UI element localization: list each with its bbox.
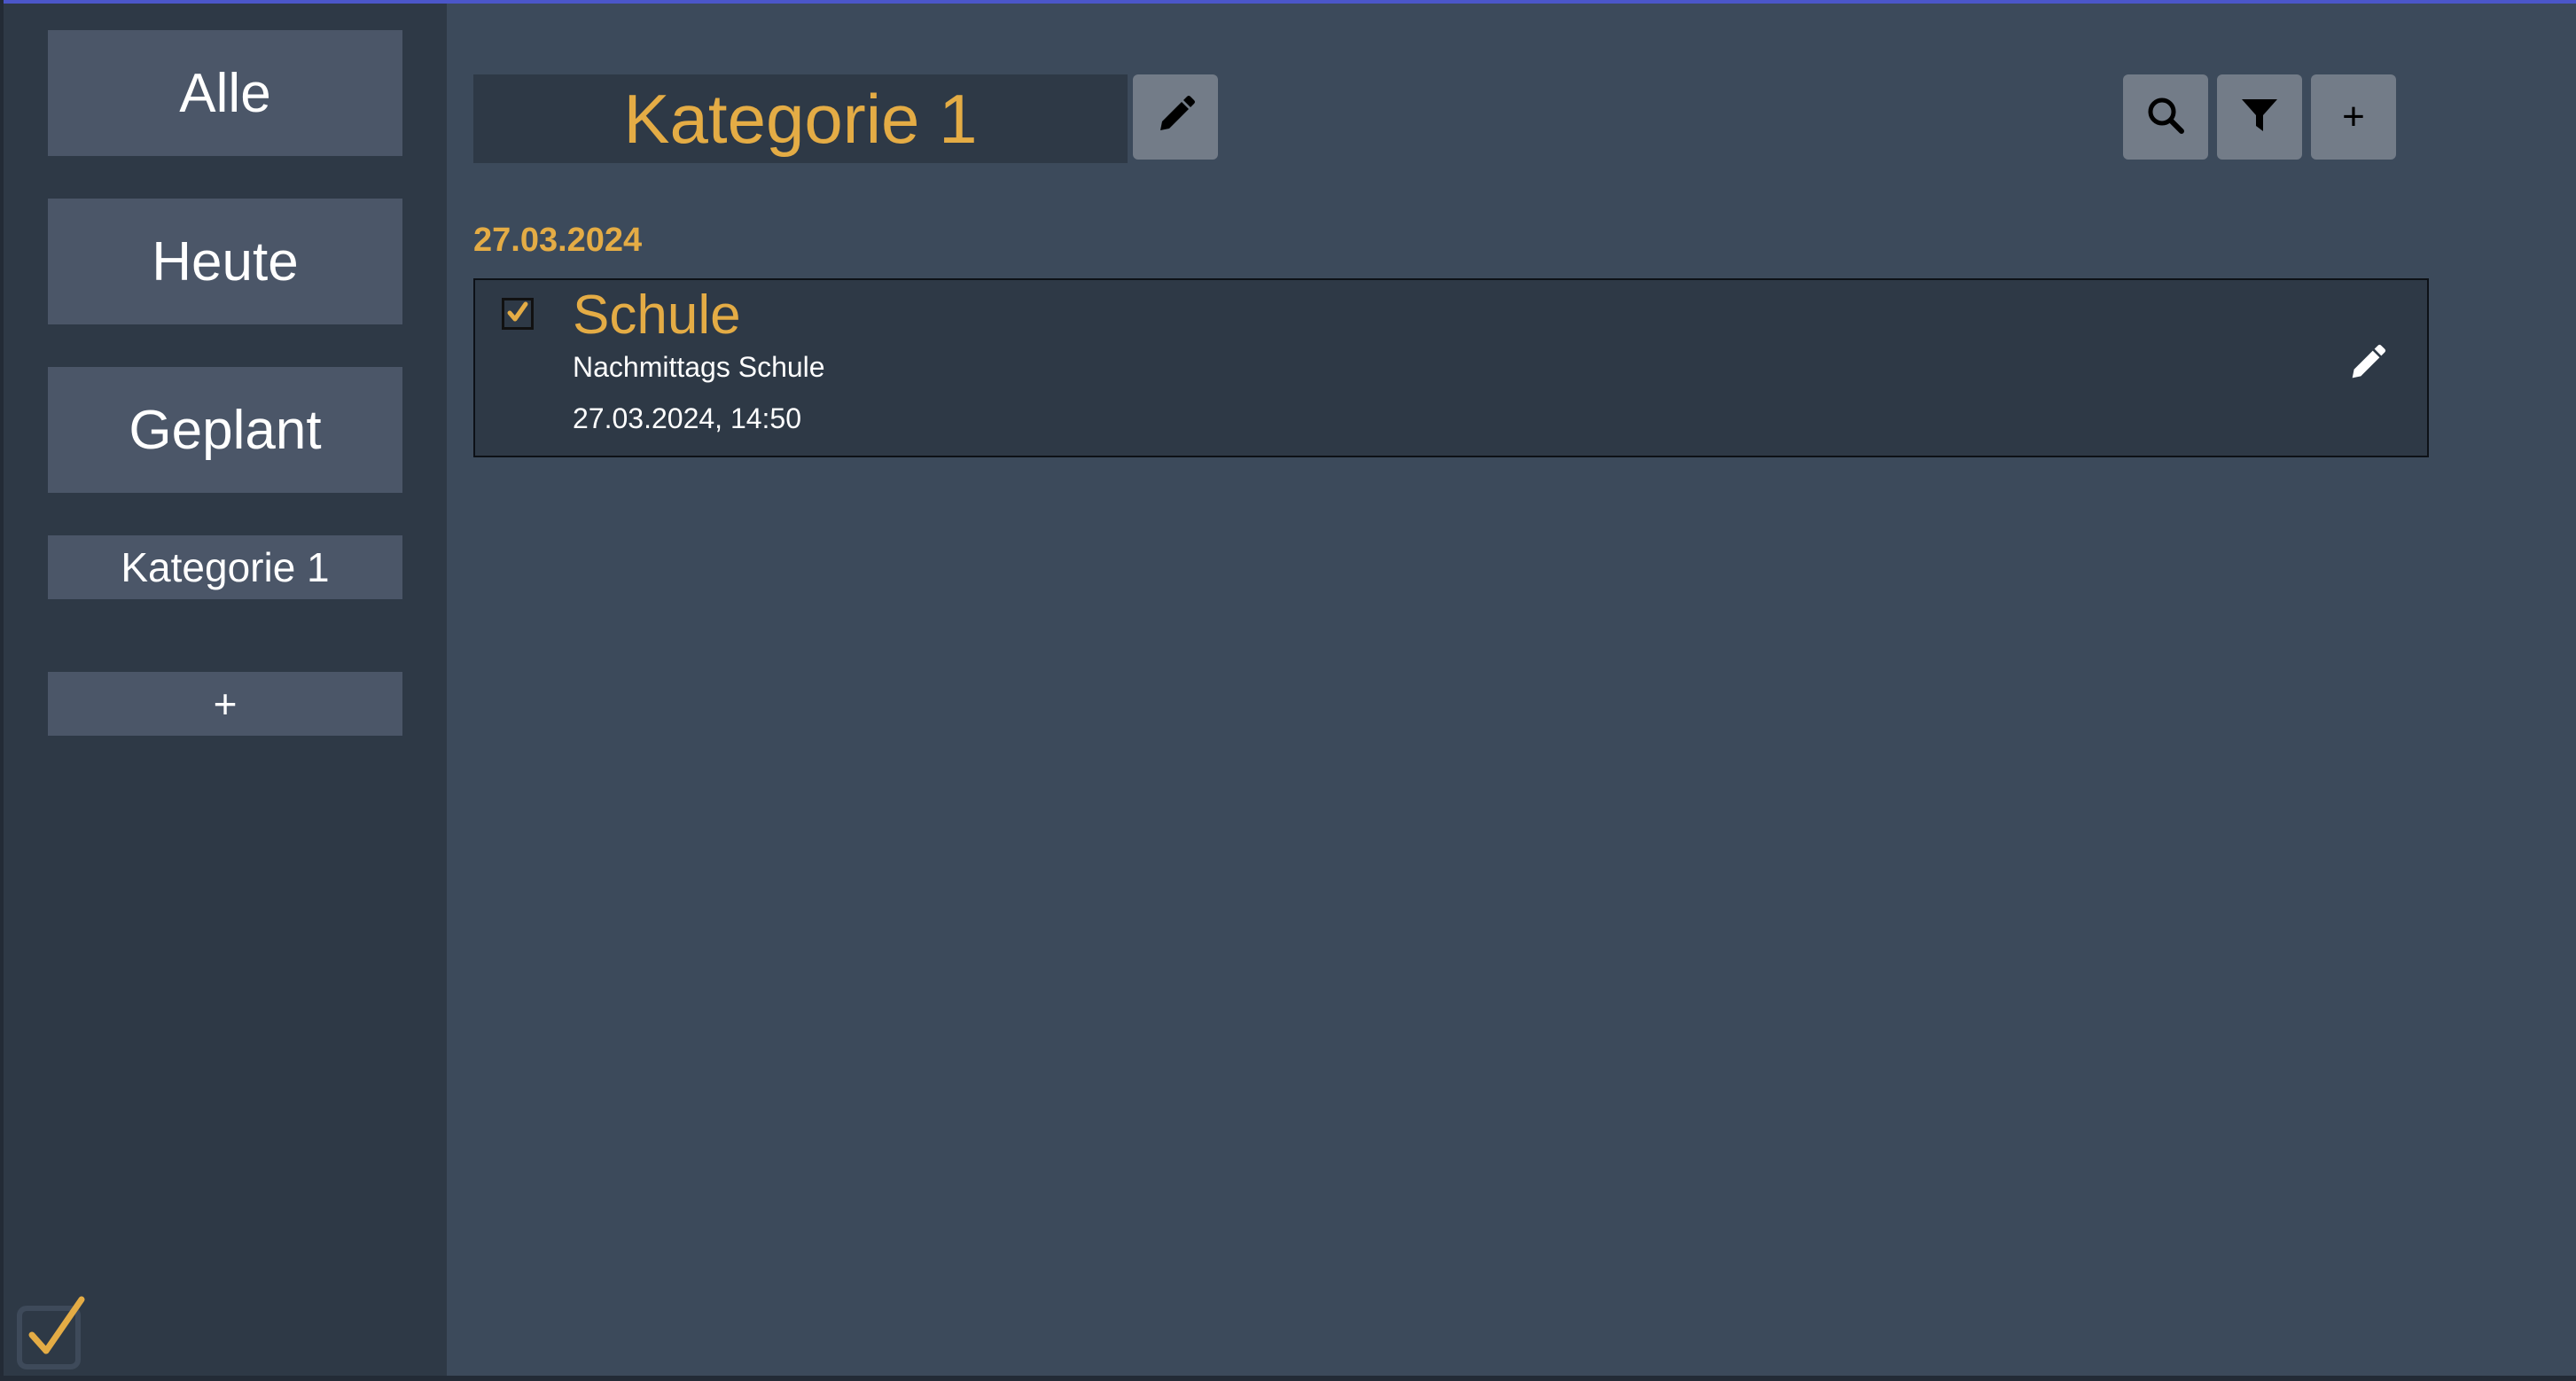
add-task-button[interactable]: +: [2311, 74, 2396, 160]
plus-icon: +: [213, 681, 238, 727]
filter-icon: [2238, 94, 2281, 141]
task-item[interactable]: Schule Nachmittags Schule 27.03.2024, 14…: [473, 278, 2429, 457]
page-title: Kategorie 1: [473, 74, 1128, 163]
sidebar-item-label: Geplant: [129, 399, 322, 461]
pencil-icon: [2346, 342, 2388, 389]
task-title: Schule: [573, 285, 741, 346]
date-group-heading: 27.03.2024: [473, 222, 643, 259]
edit-task-button[interactable]: [2342, 340, 2392, 390]
sidebar-item-label: Kategorie 1: [121, 544, 330, 590]
plus-icon: +: [2342, 95, 2365, 138]
search-button[interactable]: [2123, 74, 2208, 160]
sidebar-item-label: Alle: [179, 62, 271, 124]
main-content: Kategorie 1 + 27.03.2024 Schule Nachmitt…: [447, 4, 2576, 1376]
checkmark-icon: [506, 300, 529, 328]
sidebar-item-alle[interactable]: Alle: [48, 30, 402, 156]
category-title: Kategorie 1: [623, 79, 978, 158]
task-done-checkbox[interactable]: [502, 298, 534, 330]
app-logo-checkbox-icon: [16, 1296, 90, 1370]
sidebar-item-label: Heute: [152, 230, 299, 293]
sidebar: Alle Heute Geplant Kategorie 1 +: [4, 4, 447, 1376]
add-category-button[interactable]: +: [48, 672, 402, 736]
edit-category-button[interactable]: [1133, 74, 1218, 160]
sidebar-item-heute[interactable]: Heute: [48, 199, 402, 324]
task-due-date: 27.03.2024, 14:50: [573, 402, 802, 434]
window-bottom-border: [0, 1376, 2576, 1381]
pencil-icon: [1153, 93, 1198, 142]
filter-button[interactable]: [2217, 74, 2302, 160]
sidebar-item-geplant[interactable]: Geplant: [48, 367, 402, 493]
search-icon: [2144, 94, 2187, 141]
sidebar-item-kategorie-1[interactable]: Kategorie 1: [48, 535, 402, 599]
task-description: Nachmittags Schule: [573, 351, 825, 383]
